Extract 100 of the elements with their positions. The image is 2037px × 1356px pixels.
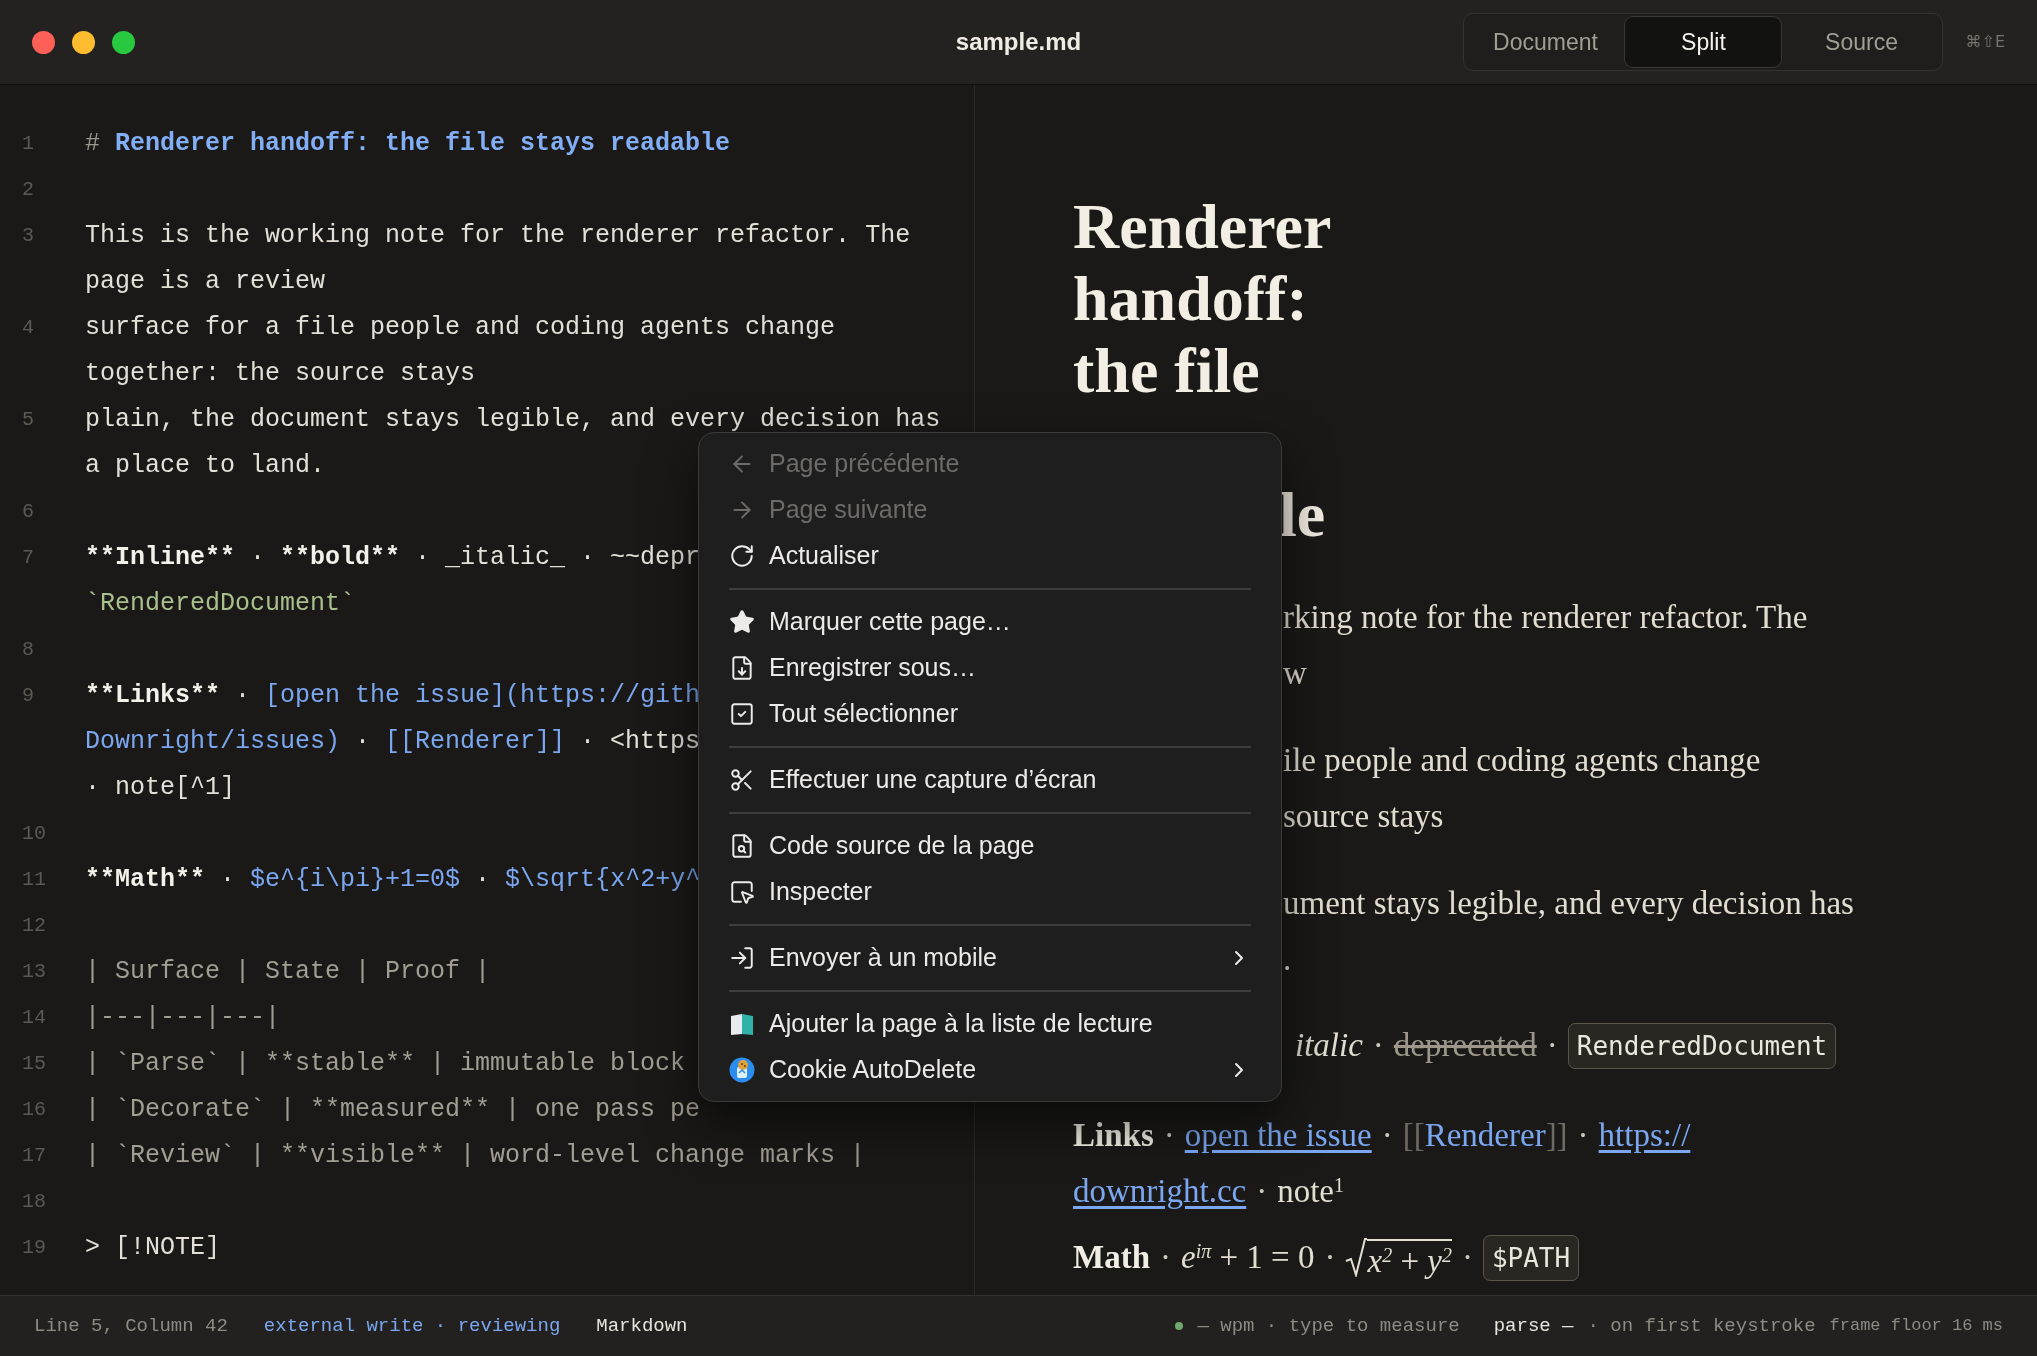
- line-number: 12: [22, 913, 47, 939]
- preview-heading: Renderer: [1073, 191, 1332, 263]
- pointer-icon: [729, 879, 755, 905]
- menu-item[interactable]: Marquer cette page…: [707, 599, 1273, 645]
- paragraph-text: rking note for the renderer refactor. The: [1283, 598, 1808, 637]
- line-number: 14: [22, 1005, 47, 1031]
- link[interactable]: downright.cc: [1073, 1167, 1247, 1217]
- close-window-button[interactable]: [32, 30, 55, 54]
- separator-dot: ·: [1160, 1238, 1171, 1278]
- menu-item[interactable]: Ajouter la page à la liste de lecture: [707, 1001, 1273, 1047]
- line-number: 18: [22, 1189, 47, 1215]
- status-text: — wpm · type to measure: [1197, 1313, 1460, 1339]
- code-line: **Math** · $e^{i\pi}+1=0$ · $\sqrt{x^2+y^: [85, 864, 701, 896]
- strikethrough-text: deprecated: [1393, 1026, 1537, 1066]
- status-text: · on first keystroke: [1587, 1313, 1816, 1339]
- wiki-link[interactable]: [[Renderer]]: [1402, 1111, 1568, 1161]
- checkbox-icon: [729, 701, 755, 727]
- bold-text: Links: [1073, 1116, 1154, 1156]
- line-number: 8: [22, 637, 35, 663]
- separator-dot: ·: [1461, 1238, 1473, 1278]
- code-line: page is a review: [85, 266, 326, 298]
- code-line: | Surface | State | Proof |: [85, 956, 491, 988]
- line-number: 9: [22, 683, 35, 709]
- code-line: a place to land.: [85, 450, 326, 482]
- separator-dot: ·: [1324, 1238, 1336, 1278]
- separator-dot: ·: [1577, 1116, 1589, 1156]
- line-number: 15: [22, 1051, 47, 1077]
- separator-dot: ·: [1256, 1172, 1268, 1212]
- menu-item[interactable]: Effectuer une capture d’écran: [707, 757, 1273, 803]
- status-text: Markdown: [596, 1313, 688, 1339]
- preview-heading: le: [1279, 479, 1326, 551]
- inline-code: $PATH: [1482, 1235, 1580, 1281]
- line-number: 3: [22, 223, 35, 249]
- bold-text: Math: [1073, 1238, 1150, 1278]
- code-line: · note[^1]: [85, 772, 236, 804]
- shortcut-hint: ⌘⇧E: [1965, 31, 2005, 53]
- line-number: 16: [22, 1097, 47, 1123]
- italic-text: italic: [1295, 1026, 1363, 1066]
- menu-item[interactable]: Inspecter: [707, 869, 1273, 915]
- menu-item[interactable]: Cookie AutoDelete: [707, 1047, 1273, 1093]
- status-text: external write · reviewing: [263, 1313, 561, 1339]
- zoom-window-button[interactable]: [112, 30, 135, 54]
- math-formula: e$^{iπ}$ + 1 = 0: [1181, 1238, 1315, 1278]
- paragraph-text: w: [1283, 654, 1307, 693]
- paragraph-text: .: [1283, 940, 1292, 979]
- menu-item[interactable]: Actualiser: [707, 533, 1273, 579]
- line-number: 7: [22, 545, 35, 571]
- menu-item[interactable]: Envoyer à un mobile: [707, 935, 1273, 981]
- code-line: > [!NOTE]: [85, 1232, 221, 1264]
- code-line: | `Parse` | **stable** | immutable block: [85, 1048, 686, 1080]
- line-number: 19: [22, 1235, 47, 1261]
- link[interactable]: open the issue: [1184, 1111, 1372, 1161]
- code-line: # Renderer handoff: the file stays readable: [85, 128, 731, 160]
- code-line: `RenderedDocument`: [85, 588, 356, 620]
- window-title: sample.md: [955, 27, 1082, 57]
- footnote-text: note$^{1}$: [1277, 1172, 1345, 1212]
- menu-item[interactable]: Tout sélectionner: [707, 691, 1273, 737]
- code-line: plain, the document stays legible, and every decision has: [85, 404, 941, 436]
- separator-dot: ·: [1163, 1116, 1175, 1156]
- status-text: frame floor 16 ms: [1829, 1315, 2003, 1338]
- line-number: 4: [22, 315, 35, 341]
- paragraph-text: ile people and coding agents change: [1283, 741, 1761, 780]
- status-text: parse —: [1493, 1313, 1574, 1339]
- star-icon: [729, 609, 755, 635]
- save-icon: [729, 655, 755, 681]
- send-icon: [729, 945, 755, 971]
- line-number: 10: [22, 821, 47, 847]
- view-tab[interactable]: Document: [1466, 16, 1625, 68]
- refresh-icon: [729, 543, 755, 569]
- separator-dot: ·: [1372, 1026, 1384, 1066]
- line-number: 5: [22, 407, 35, 433]
- line-number: 2: [22, 177, 35, 203]
- minimize-window-button[interactable]: [72, 30, 95, 54]
- line-number: 6: [22, 499, 35, 525]
- code-line: surface for a file people and coding agents change: [85, 312, 836, 344]
- code-line: **Links** · [open the issue](https://gith: [85, 680, 701, 712]
- code-line: | `Decorate` | **measured** | one pass pe: [85, 1094, 701, 1126]
- code-line: |---|---|---|: [85, 1002, 281, 1034]
- paragraph-text: source stays: [1283, 797, 1444, 836]
- line-number: 13: [22, 959, 47, 985]
- preview-heading: handoff:: [1073, 263, 1308, 335]
- code-line: Downright/issues) · [[Renderer]] · <https: [85, 726, 701, 758]
- paragraph-text: ument stays legible, and every decision has: [1283, 884, 1854, 923]
- status-text: Line 5, Column 42: [34, 1313, 228, 1339]
- math-formula: x$^{2}$ + y$^{2}$: [1367, 1239, 1452, 1279]
- menu-item[interactable]: Code source de la page: [707, 823, 1273, 869]
- link[interactable]: https://: [1598, 1111, 1691, 1161]
- code-line: | `Review` | **visible** | word-level change marks |: [85, 1140, 866, 1172]
- line-number: 11: [22, 867, 47, 893]
- file-search-icon: [729, 833, 755, 859]
- menu-item[interactable]: Enregistrer sous…: [707, 645, 1273, 691]
- line-number: 17: [22, 1143, 47, 1169]
- code-line: together: the source stays: [85, 358, 476, 390]
- inline-code: RenderedDocument: [1567, 1023, 1837, 1069]
- preview-heading: the file: [1073, 335, 1260, 407]
- view-tab[interactable]: Split: [1624, 16, 1783, 68]
- line-number: 1: [22, 131, 35, 157]
- view-tab[interactable]: Source: [1782, 16, 1941, 68]
- code-line: **Inline** · **bold** · _italic_ · ~~depr: [85, 542, 701, 574]
- separator-dot: ·: [1546, 1026, 1558, 1066]
